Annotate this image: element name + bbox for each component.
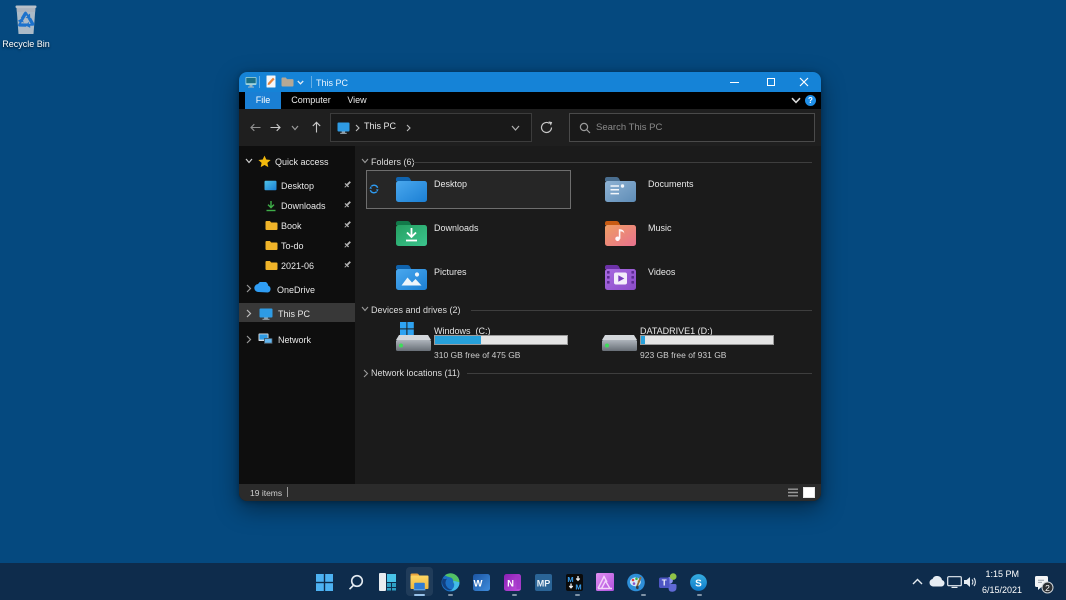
svg-text:M: M [567, 575, 573, 584]
svg-text:W: W [474, 579, 483, 590]
svg-text:S: S [695, 579, 702, 590]
svg-text:T: T [662, 578, 667, 587]
svg-text:N: N [507, 579, 514, 590]
svg-text:MP: MP [537, 579, 551, 589]
svg-text:M: M [575, 583, 581, 592]
svg-text:2: 2 [1045, 583, 1050, 593]
